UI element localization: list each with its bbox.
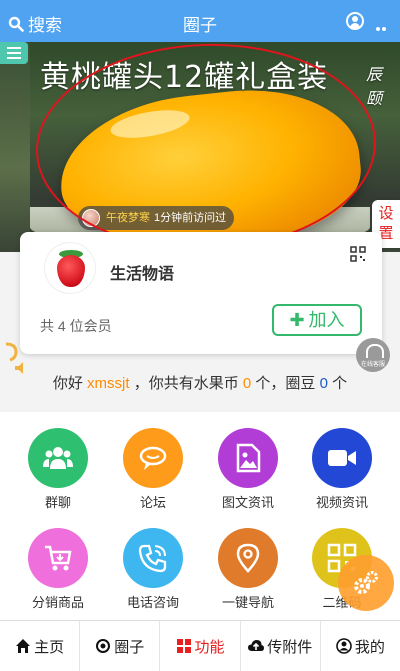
username: xmssjt: [87, 375, 130, 392]
nav-mine[interactable]: 我的: [321, 621, 400, 671]
join-label: 加入: [308, 310, 345, 330]
more-icon[interactable]: [376, 18, 392, 49]
banner-carousel[interactable]: 黄桃罐头12罐礼盒装 辰颐 午夜梦寒 1分钟前访问过: [0, 42, 400, 252]
nav-circle[interactable]: 圈子: [80, 621, 161, 671]
member-count: 共 4 位会员: [40, 318, 112, 334]
image-news-icon: [218, 428, 278, 488]
feature-group-chat[interactable]: 群聊: [8, 412, 108, 512]
grid-icon: [176, 639, 191, 653]
banner-brand: 辰颐: [365, 67, 382, 108]
feature-distribution-goods[interactable]: 分销商品: [8, 512, 108, 612]
user-icon: [336, 638, 352, 654]
qrcode-icon[interactable]: [350, 246, 366, 262]
feature-navigation[interactable]: 一键导航: [198, 512, 298, 612]
user-icon[interactable]: [346, 12, 364, 30]
feature-phone-consult[interactable]: 电话咨询: [103, 512, 203, 612]
cart-icon: [28, 528, 88, 588]
home-icon: [16, 639, 31, 653]
greeting-text: 你好 xmssjt ，你共有水果币 0 个，圈豆 0 个: [52, 375, 348, 392]
nav-upload[interactable]: 传附件: [241, 621, 321, 671]
top-bar: 搜索 圈子: [0, 0, 400, 49]
join-button[interactable]: ✚ 加入: [272, 304, 362, 336]
circle-icon: [96, 639, 111, 653]
online-service-button[interactable]: 在线客服: [356, 338, 390, 372]
location-icon: [218, 528, 278, 588]
group-chat-icon: [28, 428, 88, 488]
feature-forum[interactable]: 论坛: [103, 412, 203, 512]
nav-home[interactable]: 主页: [0, 621, 81, 671]
plus-icon: ✚: [289, 310, 305, 330]
nav-features[interactable]: 功能: [160, 621, 241, 671]
bottom-navigation: 主页 圈子 功能 传附件 我的: [0, 620, 400, 671]
video-icon: [312, 428, 372, 488]
bean-count: 0: [319, 375, 328, 392]
phone-screen: 搜索 圈子 黄桃罐头12罐礼盒装 辰颐 午夜梦寒1分钟前访问过 设置 生活物语: [0, 0, 400, 671]
circle-name: 生活物语: [110, 266, 175, 283]
circle-avatar: [44, 242, 96, 294]
coin-count: 0: [242, 375, 252, 392]
menu-list-button[interactable]: [0, 42, 28, 64]
page-title: 圈子: [183, 16, 217, 35]
phone-icon: [123, 528, 183, 588]
floating-settings-button[interactable]: [338, 555, 394, 611]
banner-side-image: [0, 42, 30, 252]
gear-icon: [354, 571, 378, 594]
forum-icon: [123, 428, 183, 488]
feature-image-news[interactable]: 图文资讯: [198, 412, 298, 512]
feature-video-news[interactable]: 视频资讯: [292, 412, 392, 512]
upload-cloud-icon: [248, 640, 265, 651]
circle-info-card: 生活物语 共 4 位会员 ✚ 加入: [20, 232, 382, 354]
